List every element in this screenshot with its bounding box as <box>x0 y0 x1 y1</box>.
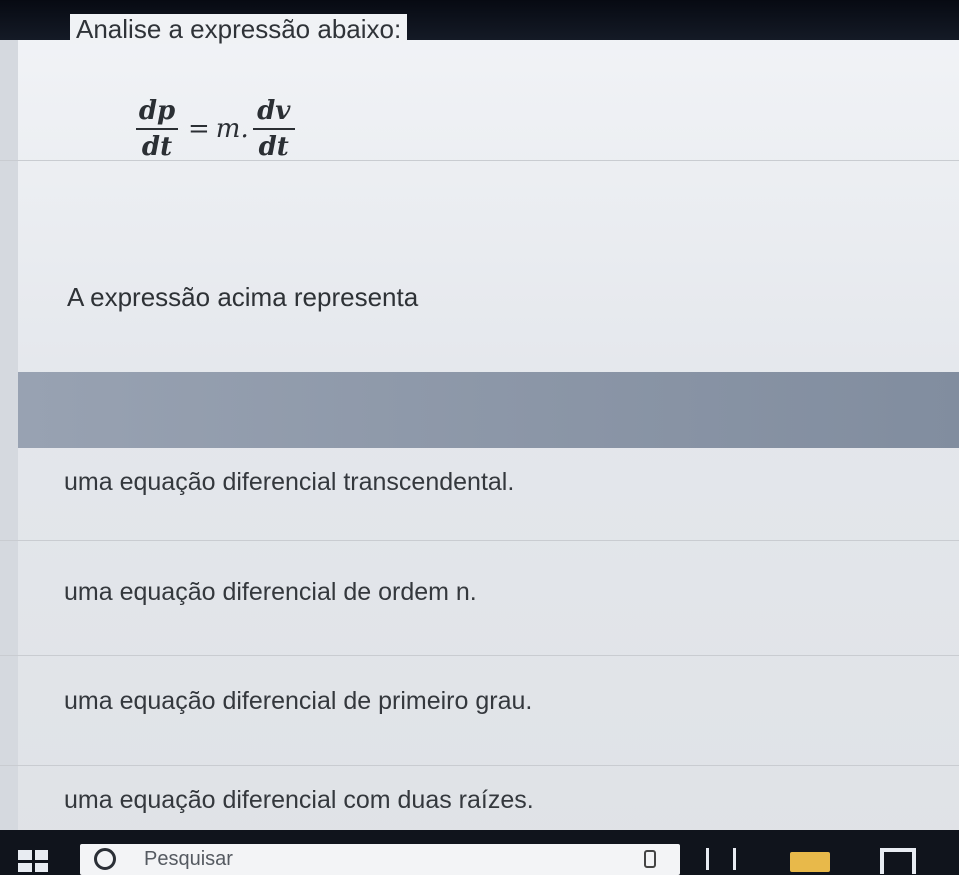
formula-right-numerator: dv <box>257 96 291 126</box>
divider <box>0 540 959 541</box>
divider <box>0 765 959 766</box>
taskbar-search-box[interactable]: Pesquisar <box>80 844 680 875</box>
windows-taskbar: Pesquisar <box>0 830 959 875</box>
answer-option-label: uma equação diferencial transcendental. <box>64 468 515 496</box>
answer-option-b[interactable]: uma equação diferencial de ordem n. <box>18 558 959 666</box>
formula-multiplier: m. <box>215 114 249 144</box>
file-explorer-folder-icon[interactable] <box>790 852 830 872</box>
formula-left-numerator: dp <box>138 96 176 126</box>
answer-option-label: uma equação diferencial de primeiro grau… <box>64 687 533 715</box>
microphone-icon[interactable] <box>644 850 656 868</box>
left-margin-strip <box>0 40 18 830</box>
formula-equals: = <box>188 114 210 144</box>
formula-left-fraction: dp dt <box>136 96 178 162</box>
formula-right-fraction: dv dt <box>252 96 295 162</box>
divider <box>0 655 959 656</box>
answer-option-label: uma equação diferencial com duas raízes. <box>64 786 534 814</box>
fraction-bar <box>252 128 295 130</box>
store-bag-icon[interactable] <box>880 848 916 874</box>
formula-right-denominator: dt <box>258 132 289 162</box>
fraction-bar <box>136 128 178 130</box>
question-prompt: A expressão acima representa <box>67 282 419 312</box>
question-title: Analise a expressão abaixo: <box>70 14 408 44</box>
task-view-icon[interactable] <box>706 848 736 870</box>
search-circle-icon <box>94 848 116 870</box>
answer-option-c[interactable]: uma equação diferencial de primeiro grau… <box>18 665 959 773</box>
answer-option-a[interactable]: uma equação diferencial transcendental. <box>18 450 959 558</box>
divider <box>0 160 959 161</box>
windows-start-icon[interactable] <box>18 850 48 872</box>
formula-left-denominator: dt <box>141 132 173 162</box>
options-header-bar <box>18 372 959 448</box>
question-header: Analise a expressão abaixo: <box>0 0 959 44</box>
taskbar-search-placeholder: Pesquisar <box>144 848 233 870</box>
formula: dp dt = m. dv dt <box>132 96 299 162</box>
answer-option-label: uma equação diferencial de ordem n. <box>64 578 477 606</box>
quiz-page: Analise a expressão abaixo: dp dt = m. d… <box>0 0 959 875</box>
